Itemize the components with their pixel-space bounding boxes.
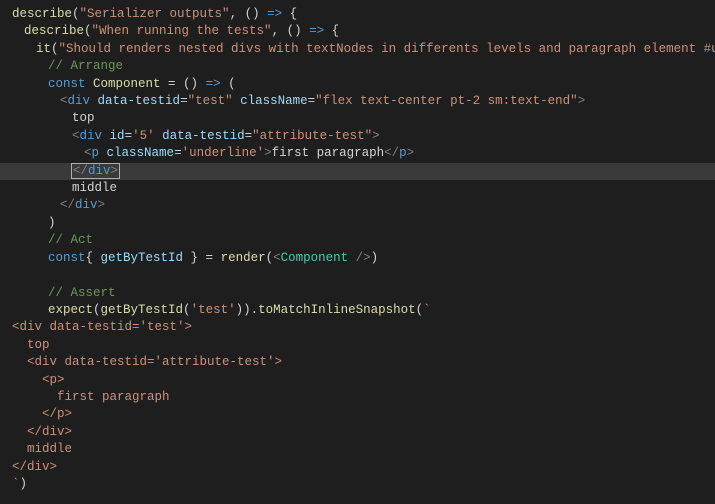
code-line: <div data-testid='attribute-test'>	[12, 354, 715, 371]
code-line: expect(getByTestId('test')).toMatchInlin…	[12, 302, 715, 319]
code-line: <div data-testid='test'>	[12, 319, 715, 336]
code-line: middle	[12, 180, 715, 197]
code-line: </div>	[12, 197, 715, 214]
code-line	[12, 267, 715, 284]
code-line-highlighted: </div>	[0, 163, 715, 180]
code-line: const{ getByTestId } = render(<Component…	[12, 250, 715, 267]
code-line: top	[12, 110, 715, 127]
code-line: // Assert	[12, 285, 715, 302]
code-line: <div id='5' data-testid="attribute-test"…	[12, 128, 715, 145]
code-line: <p className='underline'>first paragraph…	[12, 145, 715, 162]
code-line: <p>	[12, 372, 715, 389]
text-cursor: </div>	[72, 164, 119, 178]
code-line: `)	[12, 476, 715, 493]
code-line: it("Should renders nested divs with text…	[12, 41, 715, 58]
code-line: )	[12, 215, 715, 232]
code-line: top	[12, 337, 715, 354]
code-line: </p>	[12, 406, 715, 423]
code-line: // Act	[12, 232, 715, 249]
code-line: describe("Serializer outputs", () => {	[12, 6, 715, 23]
code-line: const Component = () => (	[12, 76, 715, 93]
code-line: middle	[12, 441, 715, 458]
code-line: <div data-testid="test" className="flex …	[12, 93, 715, 110]
code-editor[interactable]: describe("Serializer outputs", () => { d…	[12, 6, 715, 493]
code-line: describe("When running the tests", () =>…	[12, 23, 715, 40]
code-line: </div>	[12, 459, 715, 476]
code-line: </div>	[12, 424, 715, 441]
code-line: // Arrange	[12, 58, 715, 75]
code-line: first paragraph	[12, 389, 715, 406]
